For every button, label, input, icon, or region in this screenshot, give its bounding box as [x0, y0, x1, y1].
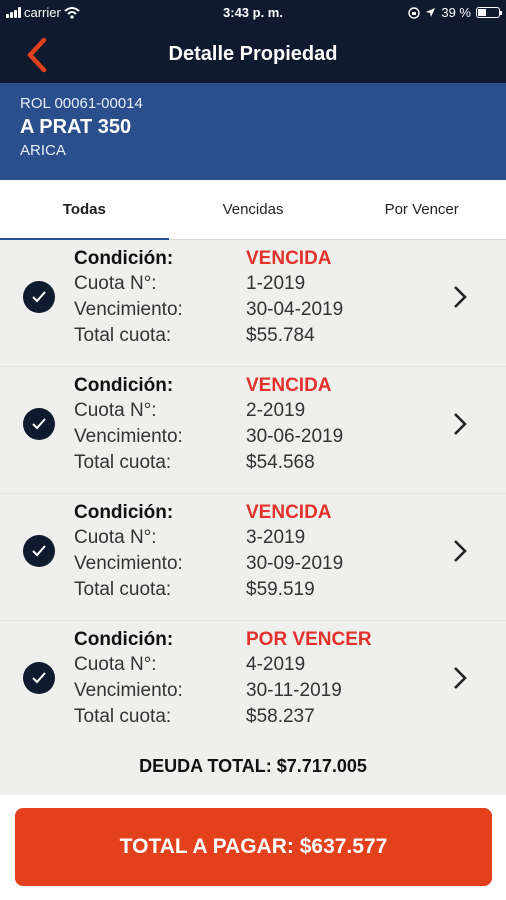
- tab-por-vencer[interactable]: Por Vencer: [337, 180, 506, 239]
- nav-bar: Detalle Propiedad: [0, 25, 506, 83]
- check-circle-icon[interactable]: [23, 281, 55, 313]
- cuota-label: Cuota N°:: [74, 527, 157, 549]
- due-date-label: Vencimiento:: [74, 425, 183, 447]
- battery-percent: 39 %: [441, 5, 471, 20]
- status-badge: VENCIDA: [246, 374, 332, 396]
- due-date-label: Vencimiento:: [74, 552, 183, 574]
- total-value: $55.784: [246, 324, 315, 346]
- due-date-value: 30-04-2019: [246, 298, 344, 320]
- installment-details: Condición: VENCIDA Cuota N°: 2-2019 Vencim…: [74, 373, 343, 475]
- due-date-label: Vencimiento:: [74, 679, 183, 701]
- installment-details: Condición: POR VENCER Cuota N°: 4-2019 Ven…: [74, 627, 372, 729]
- chevron-right-icon: [454, 413, 467, 435]
- total-value: $54.568: [246, 451, 315, 473]
- lock-rotation-icon: [408, 6, 421, 19]
- total-label: Total cuota:: [74, 324, 172, 346]
- installment-details: Condición: VENCIDA Cuota N°: 1-2019 Vencim…: [74, 246, 343, 348]
- condition-label: Condición:: [74, 501, 174, 523]
- battery-icon: [476, 7, 502, 18]
- location-arrow-icon: [426, 8, 436, 17]
- due-date-label: Vencimiento:: [74, 298, 183, 320]
- tab-vencidas[interactable]: Vencidas: [169, 180, 338, 239]
- due-date-value: 30-11-2019: [246, 679, 342, 701]
- condition-label: Condición:: [74, 374, 174, 396]
- cuota-value: 2-2019: [246, 400, 306, 422]
- property-address: A PRAT 350: [20, 116, 132, 138]
- chevron-right-icon: [454, 540, 467, 562]
- chevron-left-icon: [27, 37, 47, 73]
- status-right: 39 %: [408, 5, 502, 20]
- property-header: ROL 00061-00014 A PRAT 350 ARICA: [0, 83, 506, 180]
- check-circle-icon[interactable]: [23, 535, 55, 567]
- total-label: Total cuota:: [74, 578, 172, 600]
- pay-button[interactable]: TOTAL A PAGAR: $637.577: [15, 808, 492, 886]
- status-badge: VENCIDA: [246, 247, 332, 269]
- installment-item[interactable]: Condición: VENCIDA Cuota N°: 2-2019 Vencim…: [0, 367, 506, 494]
- cuota-label: Cuota N°:: [74, 273, 157, 295]
- installment-item[interactable]: Condición: POR VENCER Cuota N°: 4-2019 Ven…: [0, 621, 506, 748]
- installment-item[interactable]: Condición: VENCIDA Cuota N°: 1-2019 Vencim…: [0, 240, 506, 367]
- condition-label: Condición:: [74, 247, 174, 269]
- check-circle-icon[interactable]: [23, 662, 55, 694]
- chevron-right-icon: [454, 286, 467, 308]
- due-date-value: 30-06-2019: [246, 425, 344, 447]
- total-label: Total cuota:: [74, 705, 172, 727]
- total-value: $59.519: [246, 578, 315, 600]
- total-label: Total cuota:: [74, 451, 172, 473]
- installment-list: Condición: VENCIDA Cuota N°: 1-2019 Vencim…: [0, 240, 506, 795]
- condition-label: Condición:: [74, 628, 174, 650]
- cuota-value: 4-2019: [246, 654, 306, 676]
- installment-details: Condición: VENCIDA Cuota N°: 3-2019 Vencim…: [74, 500, 343, 602]
- total-debt: DEUDA TOTAL: $7.717.005: [139, 756, 367, 776]
- filter-tabs: Todas Vencidas Por Vencer: [0, 180, 506, 240]
- cuota-value: 3-2019: [246, 527, 306, 549]
- total-value: $58.237: [246, 705, 315, 727]
- check-circle-icon[interactable]: [23, 408, 55, 440]
- page-title: Detalle Propiedad: [168, 43, 338, 65]
- property-rol: ROL 00061-00014: [20, 95, 143, 112]
- cuota-label: Cuota N°:: [74, 400, 157, 422]
- status-bar: carrier 3:43 p. m. 39 %: [0, 0, 506, 25]
- cuota-value: 1-2019: [246, 273, 306, 295]
- battery-fill: [478, 9, 486, 16]
- property-city: ARICA: [20, 142, 66, 159]
- status-badge: VENCIDA: [246, 501, 332, 523]
- chevron-right-icon: [454, 667, 467, 689]
- tab-todas[interactable]: Todas: [0, 180, 169, 240]
- bottom-bar: TOTAL A PAGAR: $637.577: [0, 795, 506, 900]
- cuota-label: Cuota N°:: [74, 654, 157, 676]
- back-button[interactable]: [18, 35, 58, 75]
- installment-item[interactable]: Condición: VENCIDA Cuota N°: 3-2019 Vencim…: [0, 494, 506, 621]
- due-date-value: 30-09-2019: [246, 552, 344, 574]
- status-badge: POR VENCER: [246, 628, 372, 650]
